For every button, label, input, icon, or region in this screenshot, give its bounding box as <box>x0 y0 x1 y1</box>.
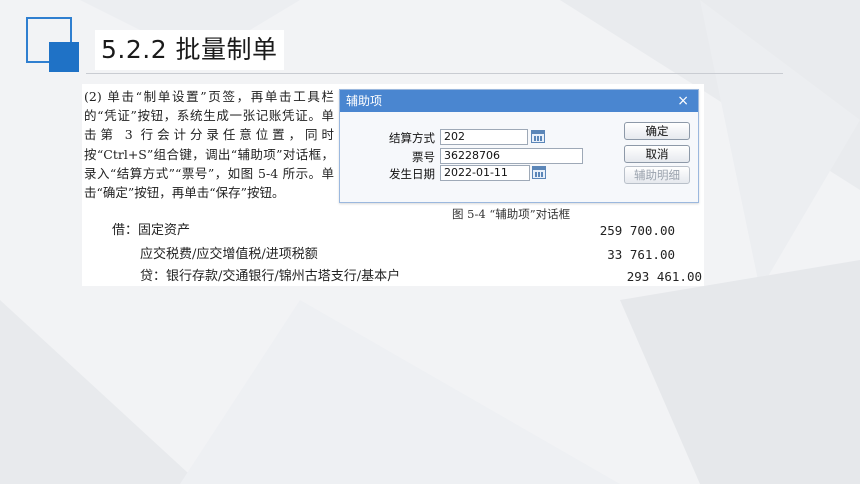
dialog-titlebar: 辅助项 × <box>340 90 698 112</box>
ok-button[interactable]: 确定 <box>624 122 690 140</box>
cancel-button[interactable]: 取消 <box>624 145 690 163</box>
detail-button[interactable]: 辅助明细 <box>624 166 690 184</box>
entry-tax-amount: 33 761.00 <box>607 247 675 262</box>
settlement-method-input[interactable]: 202 <box>440 129 528 145</box>
ticket-number-input[interactable]: 36228706 <box>440 148 583 164</box>
settlement-method-label: 结算方式 <box>389 131 435 145</box>
close-icon[interactable]: × <box>677 90 689 112</box>
calendar-icon[interactable] <box>532 166 546 179</box>
title-divider <box>86 73 783 74</box>
entry-credit-amount: 293 461.00 <box>626 269 702 284</box>
corner-filled-square <box>49 42 79 72</box>
slide-title: 5.2.2 批量制单 <box>95 30 284 70</box>
occur-date-input[interactable]: 2022-01-11 <box>440 165 530 181</box>
entry-tax-label: 应交税费/应交增值税/进项税额 <box>140 247 318 262</box>
entry-credit-label: 贷：银行存款/交通银行/锦州古塔支行/基本户 <box>140 269 401 284</box>
instruction-paragraph: (2) 单击“制单设置”页签，再单击工具栏的“凭证”按钮，系统生成一张记账凭证。… <box>84 89 334 201</box>
ticket-number-label: 票号 <box>412 150 435 164</box>
occur-date-label: 发生日期 <box>389 167 435 181</box>
figure-caption: 图 5-4 “辅助项”对话框 <box>452 207 571 221</box>
lookup-icon[interactable] <box>531 130 545 143</box>
entry-debit-amount: 259 700.00 <box>599 223 675 238</box>
dialog-title: 辅助项 <box>346 94 383 108</box>
auxiliary-dialog: 辅助项 × 结算方式 202 票号 36228706 发生日期 2022-01-… <box>339 89 699 203</box>
entry-debit-label: 借：固定资产 <box>112 223 191 238</box>
